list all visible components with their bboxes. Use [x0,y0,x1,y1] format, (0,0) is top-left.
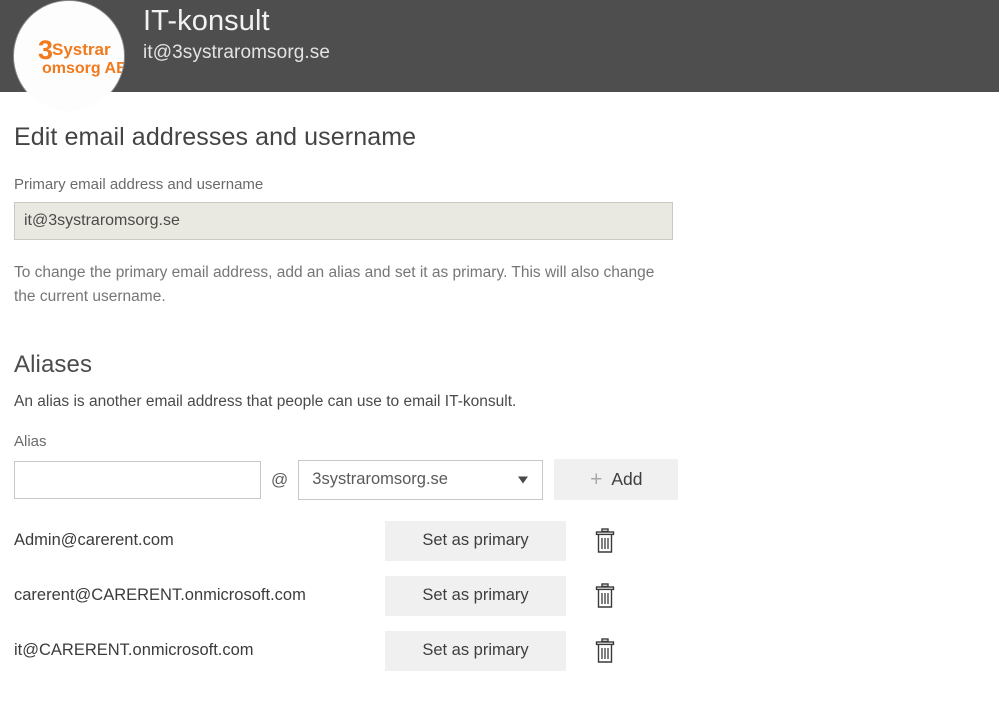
primary-email-label: Primary email address and username [14,176,264,193]
page-title: IT-konsult [143,5,270,37]
list-item: Admin@carerent.com Set as primary [14,513,999,568]
primary-email-input[interactable] [14,202,673,240]
domain-select-value: 3systraromsorg.se [312,470,448,488]
aliases-description: An alias is another email address that p… [14,393,517,410]
aliases-heading: Aliases [14,351,93,378]
chevron-down-icon [518,476,529,483]
list-item: carerent@CARERENT.onmicrosoft.com Set as… [14,568,999,623]
alias-add-row: @ 3systraromsorg.se + Add [14,459,999,500]
alias-list: Admin@carerent.com Set as primary carere… [14,513,999,678]
header-subtitle-email: it@3systraromsorg.se [143,42,331,63]
delete-alias-button[interactable] [590,525,620,557]
set-as-primary-button[interactable]: Set as primary [385,520,566,561]
header-text-block: IT-konsult it@3systraromsorg.se [143,0,330,92]
list-item: it@CARERENT.onmicrosoft.com Set as prima… [14,623,999,678]
svg-text:omsorg AB: omsorg AB [42,60,124,77]
plus-icon: + [590,468,603,491]
delete-alias-button[interactable] [590,635,620,667]
alias-email: carerent@CARERENT.onmicrosoft.com [14,586,306,604]
add-alias-button[interactable]: + Add [554,459,679,500]
trash-icon [595,582,615,608]
alias-field-label: Alias [14,433,47,450]
alias-email: Admin@carerent.com [14,531,174,549]
trash-icon [595,637,615,663]
primary-email-help-text: To change the primary email address, add… [14,264,655,305]
delete-alias-button[interactable] [590,580,620,612]
company-logo-icon: 3 Systrar omsorg AB [14,1,124,111]
main-content: Edit email addresses and username Primar… [0,92,999,678]
trash-icon [595,527,615,553]
set-as-primary-button[interactable]: Set as primary [385,630,566,671]
alias-email: it@CARERENT.onmicrosoft.com [14,641,254,659]
set-as-primary-button[interactable]: Set as primary [385,575,566,616]
add-button-label: Add [611,469,643,489]
avatar: 3 Systrar omsorg AB [14,1,124,111]
section-heading-edit-email: Edit email addresses and username [14,123,417,151]
svg-text:Systrar: Systrar [52,40,111,59]
domain-select[interactable]: 3systraromsorg.se [298,459,544,500]
alias-input[interactable] [14,460,261,499]
at-symbol: @ [271,469,289,489]
